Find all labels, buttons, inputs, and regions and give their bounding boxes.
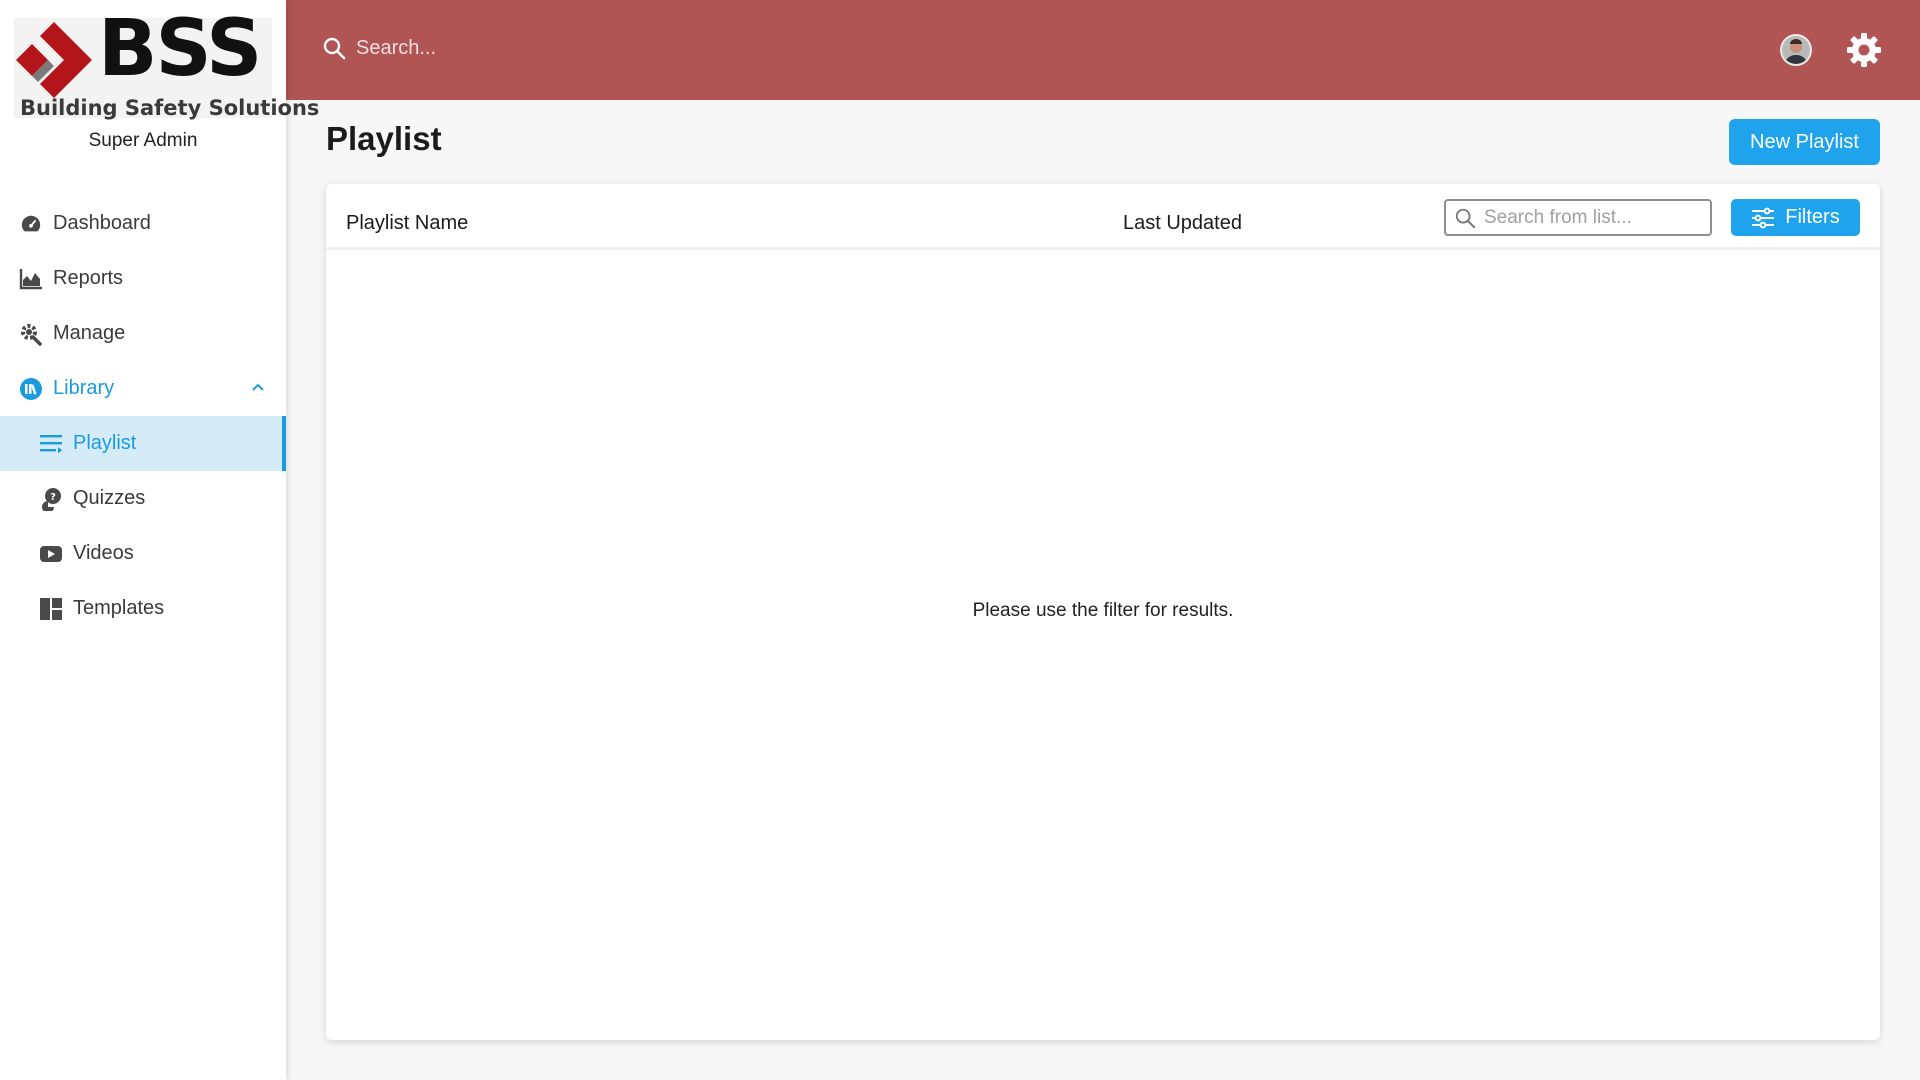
list-search-input[interactable] bbox=[1484, 206, 1704, 229]
library-icon bbox=[19, 377, 43, 401]
sidebar-item-library[interactable]: Library bbox=[0, 361, 286, 416]
global-search bbox=[322, 36, 756, 60]
list-icon bbox=[39, 432, 63, 456]
sidebar-item-label: Quizzes bbox=[73, 487, 146, 509]
sidebar-item-label: Dashboard bbox=[53, 212, 151, 234]
sidebar-item-label: Playlist bbox=[73, 432, 137, 454]
sidebar: BSS Building Safety Solutions Super Admi… bbox=[0, 0, 319, 1080]
column-header-playlist-name[interactable]: Playlist Name bbox=[346, 212, 468, 235]
sliders-icon bbox=[1751, 207, 1775, 229]
sidebar-item-videos[interactable]: Videos bbox=[0, 526, 286, 581]
sidebar-item-quizzes[interactable]: ? Quizzes bbox=[0, 471, 286, 526]
sidebar-nav: Dashboard Reports Manage Library Playlis… bbox=[0, 196, 286, 636]
filters-label: Filters bbox=[1785, 206, 1840, 228]
sidebar-item-playlist[interactable]: Playlist bbox=[0, 416, 286, 471]
filters-button[interactable]: Filters bbox=[1731, 199, 1860, 236]
svg-text:?: ? bbox=[50, 492, 56, 503]
empty-state-message: Please use the filter for results. bbox=[972, 600, 1234, 621]
logo-diamond-icon bbox=[16, 22, 92, 98]
app-root: BSS Building Safety Solutions Super Admi… bbox=[0, 0, 1920, 1080]
sidebar-item-label: Manage bbox=[53, 322, 126, 344]
sidebar-item-label: Videos bbox=[73, 542, 134, 564]
list-search bbox=[1444, 199, 1712, 236]
top-bar bbox=[286, 0, 1920, 100]
chevron-up-icon[interactable] bbox=[250, 379, 266, 395]
play-icon bbox=[39, 542, 63, 566]
playlist-card: Playlist Name Last Updated Filters Pleas… bbox=[326, 184, 1880, 1040]
logo-text: BSS bbox=[98, 4, 262, 94]
search-icon bbox=[323, 37, 346, 60]
sidebar-item-manage[interactable]: Manage bbox=[0, 306, 286, 361]
speedometer-icon bbox=[19, 212, 43, 236]
page-title: Playlist bbox=[326, 120, 442, 157]
user-role: Super Admin bbox=[88, 130, 198, 151]
brand-logo[interactable]: BSS Building Safety Solutions bbox=[14, 10, 319, 120]
search-icon bbox=[1455, 208, 1476, 228]
sidebar-item-label: Reports bbox=[53, 267, 124, 289]
sidebar-item-reports[interactable]: Reports bbox=[0, 251, 286, 306]
new-playlist-button[interactable]: New Playlist bbox=[1729, 119, 1880, 165]
table-header: Playlist Name Last Updated Filters bbox=[326, 184, 1880, 250]
sidebar-item-dashboard[interactable]: Dashboard bbox=[0, 196, 286, 251]
column-header-last-updated[interactable]: Last Updated bbox=[1123, 212, 1242, 235]
template-grid-icon bbox=[39, 597, 63, 621]
sidebar-item-templates[interactable]: Templates bbox=[0, 581, 286, 636]
global-search-input[interactable] bbox=[356, 36, 756, 60]
area-chart-icon bbox=[19, 267, 43, 291]
sidebar-item-label: Library bbox=[53, 377, 115, 399]
gear-icon[interactable] bbox=[1846, 32, 1882, 68]
cog-wrench-icon bbox=[19, 322, 43, 346]
question-chat-icon: ? bbox=[39, 487, 63, 511]
logo-tagline: Building Safety Solutions bbox=[20, 96, 320, 120]
sidebar-item-label: Templates bbox=[73, 597, 165, 619]
avatar[interactable] bbox=[1780, 34, 1812, 66]
